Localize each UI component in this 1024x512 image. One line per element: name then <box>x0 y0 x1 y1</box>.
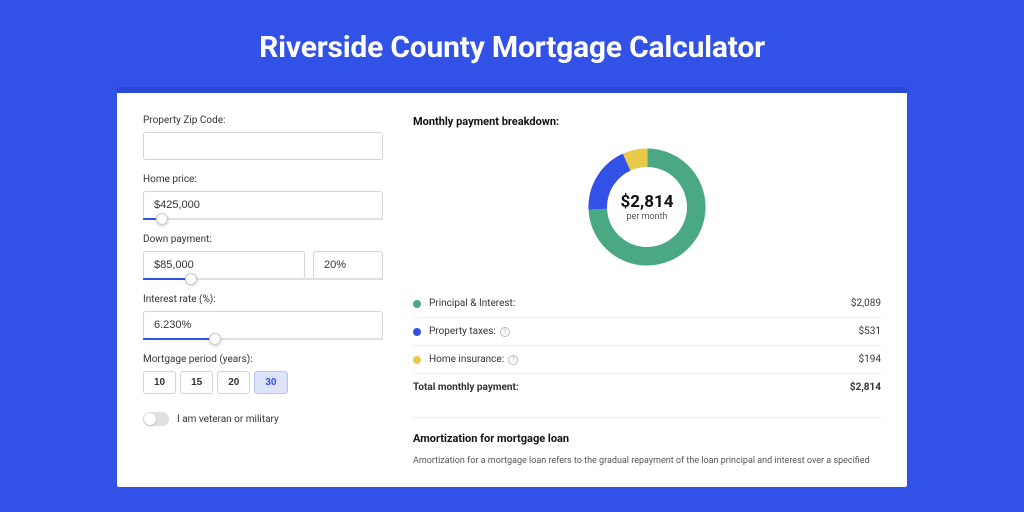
slider-thumb-icon[interactable] <box>156 213 168 225</box>
home-price-slider[interactable] <box>143 218 383 220</box>
legend-value: $531 <box>859 326 881 337</box>
breakdown-title: Monthly payment breakdown: <box>413 115 881 128</box>
period-button-20[interactable]: 20 <box>217 371 250 394</box>
interest-rate-field-group: Interest rate (%): <box>143 294 383 340</box>
donut-chart: $2,814 per month <box>582 142 712 272</box>
mortgage-period-field-group: Mortgage period (years): 10 15 20 30 <box>143 354 383 394</box>
legend-value: $194 <box>859 354 881 365</box>
amortization-title: Amortization for mortgage loan <box>413 417 881 445</box>
donut-chart-wrap: $2,814 per month <box>413 142 881 272</box>
period-button-10[interactable]: 10 <box>143 371 176 394</box>
legend-dot-icon <box>413 356 421 364</box>
legend-label: Principal & Interest: <box>429 298 851 309</box>
total-value: $2,814 <box>850 382 881 393</box>
legend-row-insurance: Home insurance: ? $194 <box>413 345 881 373</box>
down-payment-slider[interactable] <box>143 278 383 280</box>
mortgage-period-label: Mortgage period (years): <box>143 354 383 365</box>
legend-label: Home insurance: ? <box>429 354 859 365</box>
legend-dot-icon <box>413 328 421 336</box>
amortization-text: Amortization for a mortgage loan refers … <box>413 455 881 469</box>
zip-label: Property Zip Code: <box>143 115 383 126</box>
interest-rate-input[interactable] <box>143 311 383 339</box>
legend-dot-icon <box>413 300 421 308</box>
page-title: Riverside County Mortgage Calculator <box>0 0 1024 87</box>
donut-sublabel: per month <box>621 212 674 222</box>
total-label: Total monthly payment: <box>413 382 850 393</box>
legend-value: $2,089 <box>851 298 881 309</box>
slider-thumb-icon[interactable] <box>185 273 197 285</box>
period-button-15[interactable]: 15 <box>180 371 213 394</box>
home-price-input[interactable] <box>143 191 383 219</box>
legend-row-taxes: Property taxes: ? $531 <box>413 317 881 345</box>
slider-thumb-icon[interactable] <box>209 333 221 345</box>
zip-input[interactable] <box>143 132 383 160</box>
down-payment-label: Down payment: <box>143 234 383 245</box>
legend-row-principal: Principal & Interest: $2,089 <box>413 290 881 317</box>
veteran-label: I am veteran or military <box>177 414 279 425</box>
down-payment-field-group: Down payment: <box>143 234 383 280</box>
donut-center-label: $2,814 per month <box>621 192 674 222</box>
home-price-label: Home price: <box>143 174 383 185</box>
form-panel: Property Zip Code: Home price: Down paym… <box>143 115 383 465</box>
interest-rate-label: Interest rate (%): <box>143 294 383 305</box>
interest-rate-slider[interactable] <box>143 338 383 340</box>
legend-row-total: Total monthly payment: $2,814 <box>413 373 881 401</box>
home-price-field-group: Home price: <box>143 174 383 220</box>
period-button-row: 10 15 20 30 <box>143 371 383 394</box>
calculator-card: Property Zip Code: Home price: Down paym… <box>117 87 907 487</box>
breakdown-panel: Monthly payment breakdown: $2,814 per mo… <box>413 115 881 465</box>
info-icon[interactable]: ? <box>500 327 510 337</box>
donut-amount: $2,814 <box>621 192 674 212</box>
legend-label: Property taxes: ? <box>429 326 859 337</box>
veteran-toggle[interactable] <box>143 412 169 426</box>
period-button-30[interactable]: 30 <box>254 371 287 394</box>
zip-field-group: Property Zip Code: <box>143 115 383 160</box>
down-payment-pct-input[interactable] <box>313 251 383 279</box>
down-payment-input[interactable] <box>143 251 305 279</box>
info-icon[interactable]: ? <box>508 355 518 365</box>
veteran-toggle-row: I am veteran or military <box>143 412 383 426</box>
